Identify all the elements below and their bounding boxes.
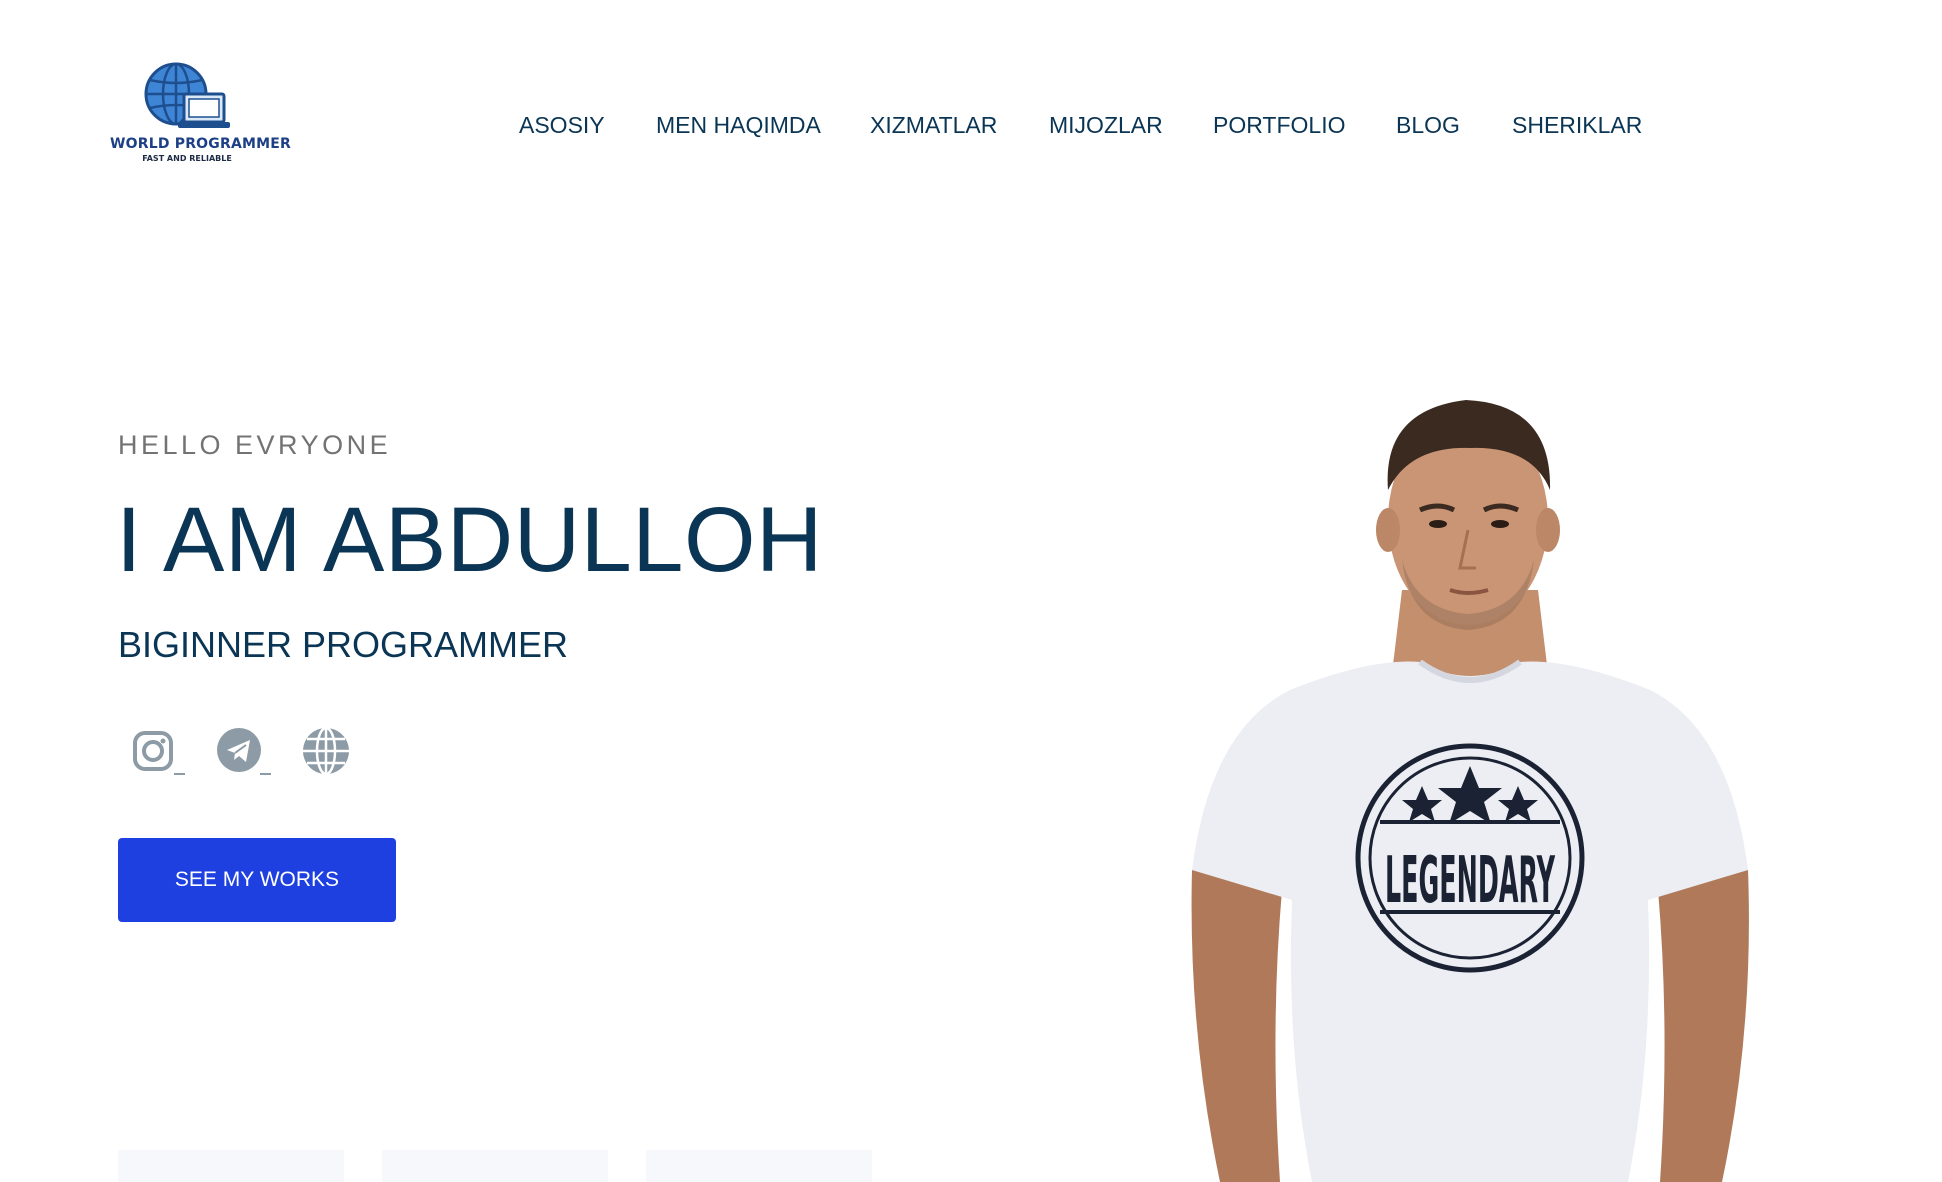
person-portrait-icon: LEGENDARY (1191, 400, 1749, 1182)
main-navigation: ASOSIY MEN HAQIMDA XIZMATLAR MIJOZLAR PO… (0, 112, 1942, 142)
feature-card (118, 1150, 344, 1182)
feature-card (646, 1150, 872, 1182)
nav-item-sheriklar[interactable]: SHERIKLAR (1512, 112, 1642, 139)
nav-item-blog[interactable]: BLOG (1396, 112, 1460, 139)
logo-subtitle: FAST AND RELIABLE (142, 154, 232, 163)
nav-item-mijozlar[interactable]: MIJOZLAR (1049, 112, 1163, 139)
see-my-works-button[interactable]: SEE MY WORKS (118, 838, 396, 922)
nav-item-men-haqimda[interactable]: MEN HAQIMDA (656, 112, 821, 139)
hero-role: BIGINNER PROGRAMMER (118, 624, 569, 665)
feature-card (382, 1150, 608, 1182)
telegram-link[interactable] (215, 726, 275, 778)
page: WORLD PROGRAMMER FAST AND RELIABLE ASOSI… (0, 0, 1942, 1182)
instagram-icon (133, 731, 185, 775)
nav-item-xizmatlar[interactable]: XIZMATLAR (870, 112, 997, 139)
website-link[interactable] (300, 726, 360, 778)
hero-name-heading: I AM ABDULLOH (116, 489, 823, 591)
nav-item-portfolio[interactable]: PORTFOLIO (1213, 112, 1346, 139)
shirt-text: LEGENDARY (1385, 844, 1555, 918)
social-links (130, 726, 370, 778)
hero-greeting: HELLO EVRYONE (118, 430, 392, 460)
telegram-icon (217, 728, 271, 775)
nav-item-asosiy[interactable]: ASOSIY (519, 112, 605, 139)
globe-icon (303, 726, 349, 776)
feature-cards (118, 1150, 878, 1182)
hero-portrait-image: LEGENDARY (1170, 390, 1770, 1182)
instagram-link[interactable] (130, 726, 190, 778)
